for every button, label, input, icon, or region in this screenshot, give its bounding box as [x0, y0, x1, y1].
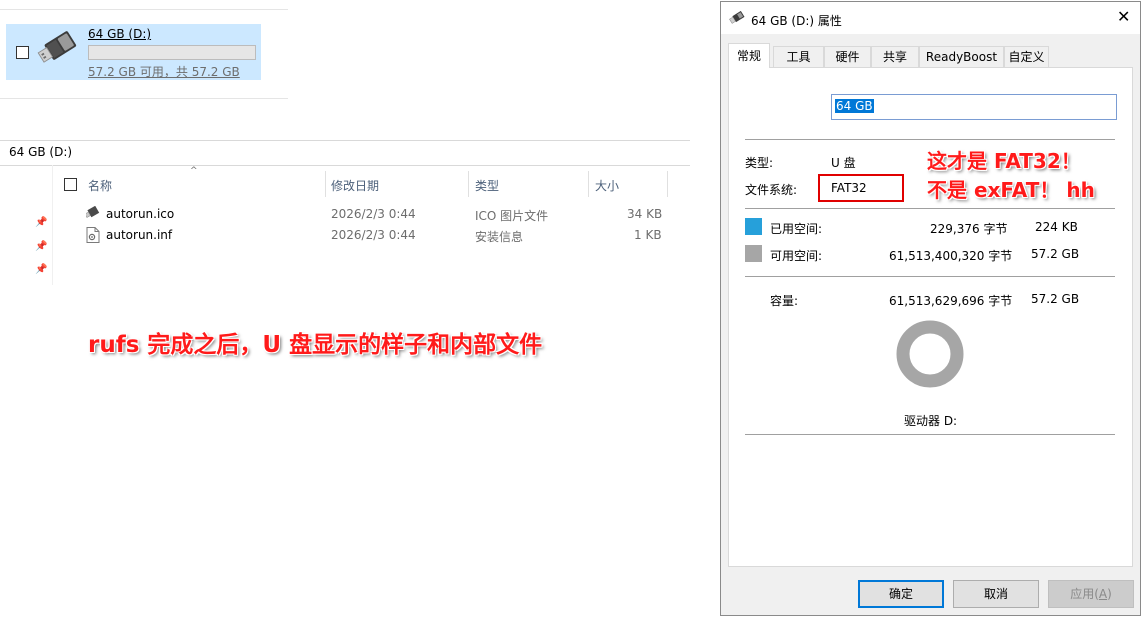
column-header-type[interactable]: 类型	[475, 177, 499, 194]
tab-label: ReadyBoost	[925, 50, 998, 64]
free-space-size: 57.2 GB	[1031, 247, 1080, 261]
usb-drive-icon	[37, 31, 77, 63]
apply-button[interactable]: 应用(A)	[1048, 580, 1134, 608]
free-space-bytes: 61,513,400,320 字节	[889, 249, 1013, 263]
address-text: 64 GB (D:)	[9, 145, 73, 159]
tab-label: 工具	[786, 50, 811, 64]
divider	[0, 9, 288, 10]
file-size: 1 KB	[634, 228, 662, 242]
free-space-swatch	[745, 245, 762, 262]
tab-readyboost[interactable]: ReadyBoost	[919, 46, 1004, 67]
properties-dialog: 64 GB (D:) 属性 ✕ 常规 工具 硬件 共享 ReadyBoost 自…	[720, 1, 1141, 616]
ok-button[interactable]: 确定	[858, 580, 944, 608]
filesystem-value: FAT32	[831, 181, 867, 195]
column-header-size[interactable]: 大小	[595, 177, 619, 194]
column-separator[interactable]	[667, 171, 668, 197]
pin-icon[interactable]: 📌	[35, 264, 47, 275]
pin-icon[interactable]: 📌	[35, 241, 47, 252]
tab-hardware[interactable]: 硬件	[824, 46, 871, 67]
setup-info-file-icon	[86, 227, 100, 243]
column-separator[interactable]	[468, 171, 469, 197]
tab-general[interactable]: 常规	[728, 43, 770, 68]
type-value: U 盘	[831, 156, 856, 170]
annotation-text: 这才是 FAT32！	[927, 149, 1081, 173]
dialog-titlebar[interactable]: 64 GB (D:) 属性 ✕	[721, 2, 1140, 34]
general-tab-panel: 64 GB 类型: U 盘 文件系统: FAT32 已用空间: 229,376 …	[728, 67, 1133, 567]
drive-letter-label: 驱动器 D:	[904, 414, 958, 428]
annotation-text: 不是 exFAT！ hh	[927, 178, 1095, 202]
close-icon[interactable]: ✕	[1117, 7, 1130, 26]
column-header-date[interactable]: 修改日期	[331, 177, 379, 194]
capacity-label: 容量:	[770, 294, 799, 308]
pin-icon[interactable]: 📌	[35, 217, 47, 228]
divider	[0, 98, 288, 99]
column-separator[interactable]	[588, 171, 589, 197]
select-all-checkbox[interactable]	[64, 178, 77, 191]
drive-free-space: 57.2 GB 可用，共 57.2 GB	[88, 65, 240, 79]
volume-label-input[interactable]: 64 GB	[831, 94, 1117, 120]
ico-file-icon	[86, 206, 100, 218]
free-space-label: 可用空间:	[770, 249, 823, 263]
drive-usage-bar	[88, 45, 256, 60]
divider	[745, 208, 1115, 209]
sort-ascending-icon: ^	[190, 166, 198, 176]
file-name: autorun.ico	[106, 207, 175, 221]
used-space-bytes: 229,376 字节	[930, 222, 1008, 236]
dialog-title: 64 GB (D:) 属性	[751, 14, 842, 28]
table-row[interactable]: autorun.inf 2026/2/3 0:44 安装信息 1 KB	[60, 226, 680, 247]
drive-name: 64 GB (D:)	[88, 27, 152, 41]
used-space-size: 224 KB	[1035, 220, 1078, 234]
capacity-size: 57.2 GB	[1031, 292, 1080, 306]
file-date: 2026/2/3 0:44	[331, 207, 416, 221]
file-name: autorun.inf	[106, 228, 173, 242]
tab-customize[interactable]: 自定义	[1004, 46, 1049, 67]
divider	[745, 276, 1115, 277]
tab-sharing[interactable]: 共享	[871, 46, 919, 67]
type-label: 类型:	[745, 156, 774, 170]
tab-label: 自定义	[1008, 50, 1045, 64]
capacity-bytes: 61,513,629,696 字节	[889, 294, 1013, 308]
file-date: 2026/2/3 0:44	[331, 228, 416, 242]
disk-usage-donut	[896, 320, 964, 388]
used-space-label: 已用空间:	[770, 222, 823, 236]
annotation-text: rufs 完成之后，U 盘显示的样子和内部文件	[88, 332, 543, 358]
column-separator[interactable]	[325, 171, 326, 197]
file-size: 34 KB	[627, 207, 663, 221]
filesystem-highlight-box: FAT32	[818, 174, 904, 202]
tab-label: 硬件	[835, 50, 860, 64]
address-bar[interactable]: 64 GB (D:)	[0, 140, 690, 166]
divider	[745, 434, 1115, 435]
drive-tile-checkbox[interactable]	[16, 46, 29, 59]
table-row[interactable]: autorun.ico 2026/2/3 0:44 ICO 图片文件 34 KB	[60, 205, 680, 226]
column-header-name[interactable]: 名称	[88, 177, 112, 194]
cancel-button[interactable]: 取消	[953, 580, 1039, 608]
filesystem-label: 文件系统:	[745, 183, 798, 197]
tab-label: 共享	[882, 50, 907, 64]
tab-tools[interactable]: 工具	[773, 46, 824, 67]
nav-divider	[52, 165, 53, 285]
usb-drive-icon	[729, 11, 745, 24]
divider	[745, 139, 1115, 140]
volume-label-value: 64 GB	[835, 99, 874, 113]
file-type: 安装信息	[475, 230, 524, 244]
file-type: ICO 图片文件	[475, 209, 549, 223]
tab-label: 常规	[736, 49, 761, 63]
drive-tile-d[interactable]: 64 GB (D:) 57.2 GB 可用，共 57.2 GB	[6, 24, 261, 80]
used-space-swatch	[745, 218, 762, 235]
